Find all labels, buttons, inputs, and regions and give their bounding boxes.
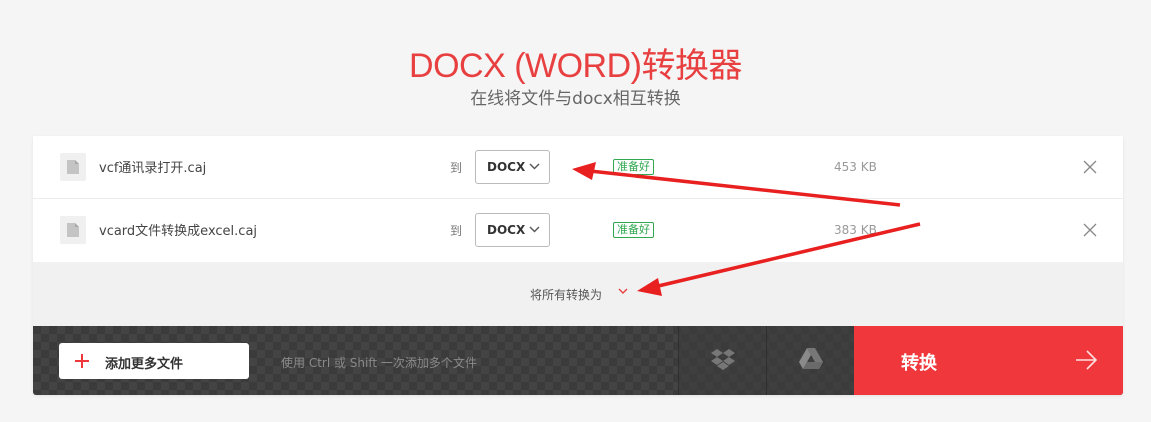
format-select[interactable]: DOCX — [475, 150, 550, 184]
add-files-label: 添加更多文件 — [105, 357, 184, 372]
google-drive-button[interactable] — [766, 326, 854, 395]
file-row: vcf通讯录打开.caj 到 DOCX 准备好 453 KB — [33, 136, 1123, 199]
status-badge: 准备好 — [613, 222, 654, 238]
dropbox-button[interactable] — [678, 326, 766, 395]
file-size: 453 KB — [834, 160, 877, 174]
file-row: vcard文件转换成excel.caj 到 DOCX 准备好 383 KB — [33, 199, 1123, 262]
action-bar: 添加更多文件 使用 Ctrl 或 Shift 一次添加多个文件 转换 — [33, 326, 1123, 395]
file-icon — [60, 153, 86, 181]
remove-file-button[interactable] — [1082, 222, 1098, 238]
multi-select-hint: 使用 Ctrl 或 Shift 一次添加多个文件 — [281, 356, 477, 370]
convert-button[interactable]: 转换 — [854, 326, 1123, 395]
convert-all-label: 将所有转换为 — [530, 288, 603, 302]
format-select[interactable]: DOCX — [475, 213, 550, 247]
arrow-right-icon — [1076, 350, 1098, 370]
close-icon — [1083, 160, 1097, 174]
format-value: DOCX — [487, 223, 526, 237]
chevron-down-icon — [529, 226, 540, 233]
format-value: DOCX — [487, 160, 526, 174]
file-panel: vcf通讯录打开.caj 到 DOCX 准备好 453 KB vcard文件转换… — [33, 136, 1123, 395]
file-name: vcf通讯录打开.caj — [99, 161, 207, 176]
file-icon — [60, 216, 86, 244]
convert-all-dropdown[interactable]: 将所有转换为 — [530, 286, 628, 303]
plus-icon — [75, 354, 89, 368]
convert-all-bar: 将所有转换为 — [33, 262, 1123, 326]
to-label: 到 — [450, 224, 463, 238]
page-subtitle: 在线将文件与docx相互转换 — [470, 89, 681, 109]
remove-file-button[interactable] — [1082, 159, 1098, 175]
chevron-down-icon — [529, 163, 540, 170]
google-drive-icon — [799, 348, 823, 369]
convert-label: 转换 — [901, 353, 937, 374]
add-files-button[interactable]: 添加更多文件 — [59, 343, 249, 379]
file-size: 383 KB — [834, 223, 877, 237]
to-label: 到 — [450, 161, 463, 175]
status-badge: 准备好 — [613, 159, 654, 175]
close-icon — [1083, 223, 1097, 237]
dropbox-icon — [711, 349, 735, 370]
file-name: vcard文件转换成excel.caj — [99, 224, 258, 239]
chevron-down-icon — [618, 288, 628, 294]
page-title: DOCX (WORD)转换器 — [409, 47, 742, 85]
